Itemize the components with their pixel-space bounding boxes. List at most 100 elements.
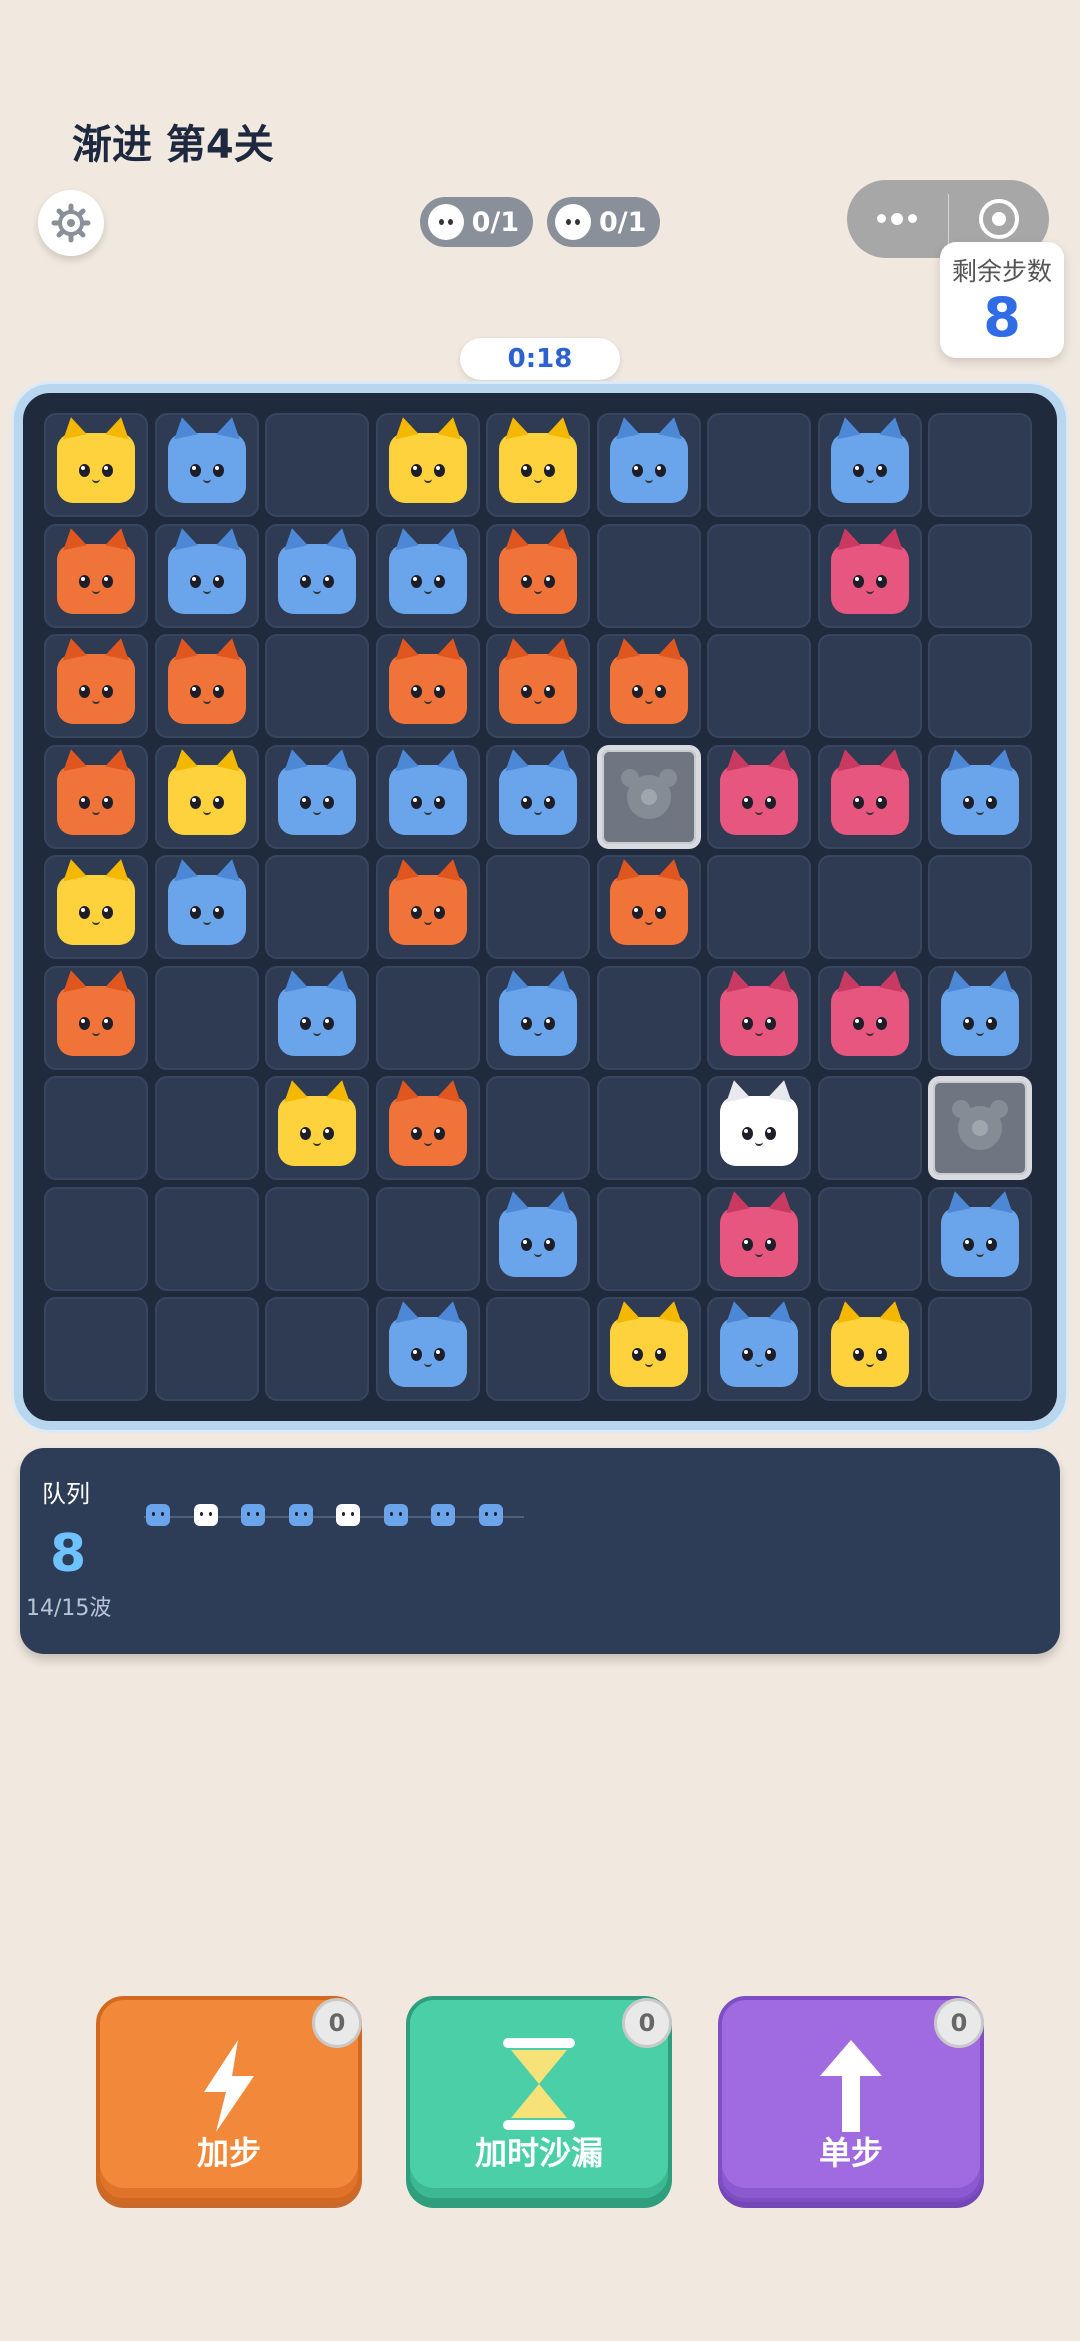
timer: 0:18 [460,338,620,380]
board-cell[interactable] [596,855,701,959]
board-cell[interactable] [707,744,811,849]
board-cell[interactable] [375,634,480,738]
board-cell[interactable] [486,413,590,517]
board-cell[interactable] [265,965,369,1070]
board-cell[interactable] [707,1297,811,1401]
orange-cat-icon [499,635,577,724]
board-cell[interactable] [154,634,259,738]
single-step-button[interactable]: 单步 0 [718,1996,984,2202]
empty-cell[interactable] [596,965,701,1070]
board-cell[interactable] [154,744,259,849]
stone-block[interactable] [596,744,701,849]
empty-cell[interactable] [154,1076,259,1180]
board-cell[interactable] [44,413,148,517]
goal-badge: 0/1 [547,197,661,247]
goal-badge: 0/1 [419,197,533,247]
board-cell[interactable] [486,744,590,849]
empty-cell[interactable] [265,413,369,517]
board-cell[interactable] [375,523,480,628]
board-cell[interactable] [486,965,590,1070]
board-cell[interactable] [486,1186,590,1291]
queue-blue-cat-icon [288,1504,313,1526]
orange-cat-icon [609,635,688,724]
board-cell[interactable] [375,1297,480,1401]
empty-cell[interactable] [44,1186,148,1291]
empty-cell[interactable] [928,523,1032,628]
empty-cell[interactable] [154,1297,259,1401]
board-cell[interactable] [817,523,922,628]
board-cell[interactable] [928,744,1032,849]
empty-cell[interactable] [44,1297,148,1401]
empty-cell[interactable] [817,855,922,959]
board-cell[interactable] [596,413,701,517]
board-cell[interactable] [154,523,259,628]
empty-cell[interactable] [265,1186,369,1291]
board-cell[interactable] [44,965,148,1070]
board-cell[interactable] [375,744,480,849]
empty-cell[interactable] [817,1076,922,1180]
empty-cell[interactable] [265,855,369,959]
empty-cell[interactable] [707,413,811,517]
board-cell[interactable] [817,1297,922,1401]
empty-cell[interactable] [928,413,1032,517]
add-time-hourglass-button[interactable]: 加时沙漏 0 [406,1996,672,2202]
empty-cell[interactable] [265,634,369,738]
empty-cell[interactable] [375,1186,480,1291]
board-cell[interactable] [154,413,259,517]
empty-cell[interactable] [928,634,1032,738]
empty-cell[interactable] [817,1186,922,1291]
board-cell[interactable] [817,413,922,517]
white-cat-icon [555,204,591,240]
more-button[interactable] [847,180,948,258]
board-cell[interactable] [707,1076,811,1180]
single-step-label: 单步 [818,2134,883,2172]
empty-cell[interactable] [928,855,1032,959]
empty-cell[interactable] [707,855,811,959]
board-cell[interactable] [375,1076,480,1180]
empty-cell[interactable] [707,523,811,628]
board-cell[interactable] [928,1186,1032,1291]
board-cell[interactable] [707,1186,811,1291]
stone-block[interactable] [928,1076,1032,1180]
board-cell[interactable] [817,965,922,1070]
board-cell[interactable] [265,744,369,849]
empty-cell[interactable] [596,523,701,628]
empty-cell[interactable] [265,1297,369,1401]
empty-cell[interactable] [44,1076,148,1180]
empty-cell[interactable] [707,634,811,738]
more-dots-icon [877,212,918,225]
blue-cat-icon [167,414,246,503]
empty-cell[interactable] [375,965,480,1070]
yellow-cat-icon [830,1298,909,1387]
board-cell[interactable] [265,1076,369,1180]
board-cell[interactable] [375,413,480,517]
empty-cell[interactable] [154,965,259,1070]
empty-cell[interactable] [596,1076,701,1180]
pink-cat-icon [830,525,909,614]
empty-cell[interactable] [596,1186,701,1291]
orange-cat-icon [609,856,688,945]
empty-cell[interactable] [154,1186,259,1291]
board-cell[interactable] [486,523,590,628]
board-cell[interactable] [154,855,259,959]
board-cell[interactable] [375,855,480,959]
empty-cell[interactable] [817,634,922,738]
board-cell[interactable] [596,634,701,738]
board-cell[interactable] [44,523,148,628]
board-cell[interactable] [265,523,369,628]
empty-cell[interactable] [486,855,590,959]
board-cell[interactable] [817,744,922,849]
board-cell[interactable] [44,634,148,738]
board-cell[interactable] [44,855,148,959]
empty-cell[interactable] [928,1297,1032,1401]
add-steps-button[interactable]: 加步 0 [96,1996,362,2202]
board-cell[interactable] [44,744,148,849]
add-steps-label: 加步 [196,2134,261,2172]
board-cell[interactable] [486,634,590,738]
empty-cell[interactable] [486,1076,590,1180]
board-cell[interactable] [928,965,1032,1070]
target-icon [978,199,1019,239]
board-cell[interactable] [596,1297,701,1401]
board-cell[interactable] [707,965,811,1070]
empty-cell[interactable] [486,1297,590,1401]
